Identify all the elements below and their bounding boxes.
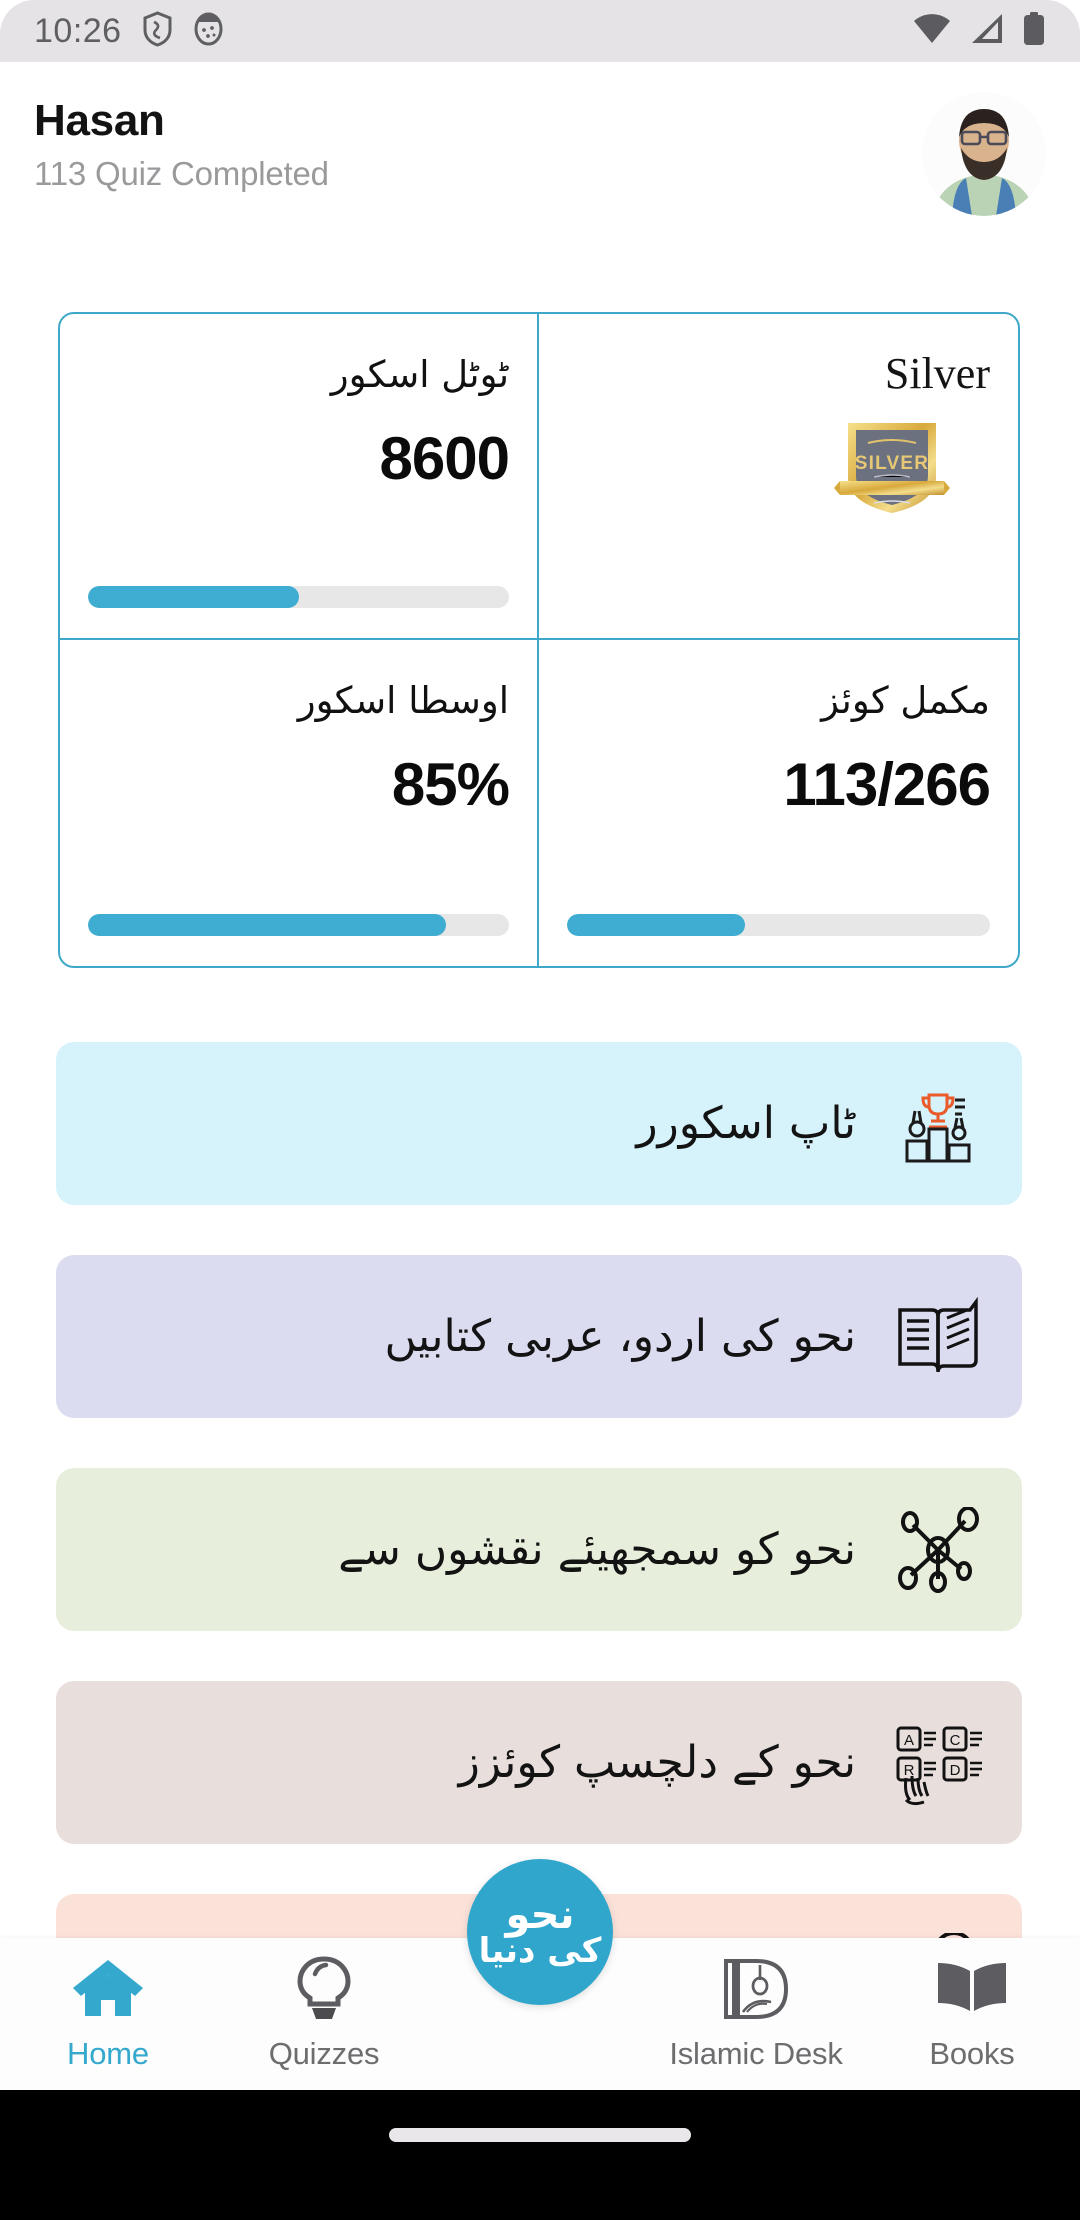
podium-trophy-icon bbox=[890, 1076, 986, 1172]
nav-item-label: Quizzes bbox=[268, 2036, 380, 2071]
fab-logo-line1: نحو bbox=[505, 1891, 575, 1938]
fab-logo-line2: کی دنیا bbox=[478, 1930, 602, 1971]
profile-header: Hasan 113 Quiz Completed bbox=[0, 62, 1080, 257]
cellular-signal-icon bbox=[969, 12, 1005, 51]
user-name: Hasan bbox=[34, 96, 165, 145]
svg-text:D: D bbox=[950, 1762, 961, 1779]
rank-label: Silver bbox=[884, 349, 990, 398]
system-navigation-bar bbox=[0, 2090, 1080, 2220]
app-logo-fab-button[interactable]: نحو کی دنیا bbox=[467, 1859, 613, 2005]
nav-item-islamic-desk[interactable]: Islamic Desk bbox=[648, 1938, 864, 2072]
home-indicator[interactable] bbox=[389, 2128, 691, 2142]
progress-fill bbox=[88, 914, 446, 936]
shield-icon bbox=[142, 10, 173, 52]
lightbulb-icon bbox=[295, 1956, 353, 2022]
svg-text:A: A bbox=[904, 1732, 914, 1749]
menu-item-label: نحو کی اردو، عربی کتابیں bbox=[384, 1310, 856, 1362]
profile-text-block: Hasan 113 Quiz Completed bbox=[34, 88, 329, 193]
open-book-icon bbox=[934, 1956, 1010, 2022]
quiz-completed-subtitle: 113 Quiz Completed bbox=[34, 155, 329, 193]
menu-item-nahw-quizzes[interactable]: A C R D نحو کے دلچسپ کوئزز bbox=[56, 1681, 1022, 1844]
silver-badge-icon: SILVER bbox=[834, 419, 950, 515]
nav-item-books[interactable]: Books bbox=[864, 1938, 1080, 2072]
mind-map-icon bbox=[890, 1502, 986, 1598]
wifi-icon bbox=[912, 12, 952, 51]
open-book-icon bbox=[890, 1289, 986, 1385]
progress-fill bbox=[567, 914, 745, 936]
stats-grid: ٹوٹل اسکور 8600 Silver SILVER اوسطا اسکو… bbox=[58, 312, 1020, 968]
progress-fill bbox=[88, 586, 299, 608]
stat-value: 113/266 bbox=[783, 750, 991, 818]
menu-item-label: ٹاپ اسکورر bbox=[636, 1097, 856, 1149]
cookie-icon bbox=[193, 11, 224, 52]
svg-text:SILVER: SILVER bbox=[855, 453, 929, 474]
menu-item-nahw-mindmaps[interactable]: نحو کو سمجھیئے نقشوں سے bbox=[56, 1468, 1022, 1631]
status-bar-right bbox=[912, 11, 1046, 52]
progress-bar-average-score bbox=[88, 914, 509, 936]
stat-label: ٹوٹل اسکور bbox=[330, 353, 509, 396]
mcq-options-icon: A C R D bbox=[890, 1715, 986, 1811]
progress-bar-total-score bbox=[88, 586, 509, 608]
stat-card-average-score[interactable]: اوسطا اسکور 85% bbox=[60, 640, 539, 966]
avatar[interactable] bbox=[922, 92, 1046, 216]
stat-card-completed-quizzes[interactable]: مکمل کوئز 113/266 bbox=[539, 640, 1018, 966]
app-screen: 10:26 Hasan 113 Quiz Completed ٹوٹل اسکو… bbox=[0, 0, 1080, 2220]
nav-item-quizzes[interactable]: Quizzes bbox=[216, 1938, 432, 2072]
status-bar-clock: 10:26 bbox=[34, 11, 122, 50]
menu-item-top-scorer[interactable]: ٹاپ اسکورر bbox=[56, 1042, 1022, 1205]
stat-label: اوسطا اسکور bbox=[297, 679, 509, 722]
fab-logo-text: نحو کی دنیا bbox=[473, 1891, 608, 1971]
nav-item-label: Home bbox=[67, 2036, 149, 2071]
status-bar: 10:26 bbox=[0, 0, 1080, 62]
progress-bar-completed-quizzes bbox=[567, 914, 990, 936]
stat-value: 8600 bbox=[379, 424, 510, 492]
battery-icon bbox=[1022, 11, 1046, 52]
home-icon bbox=[71, 1956, 145, 2022]
stat-card-total-score[interactable]: ٹوٹل اسکور 8600 bbox=[60, 314, 539, 640]
nav-item-label: Islamic Desk bbox=[669, 2036, 843, 2071]
stat-card-rank-badge[interactable]: Silver SILVER bbox=[539, 314, 1018, 640]
stat-value: 85% bbox=[391, 750, 510, 818]
nav-item-home[interactable]: Home bbox=[0, 1938, 216, 2072]
stat-label: مکمل کوئز bbox=[821, 679, 990, 722]
svg-text:C: C bbox=[950, 1732, 961, 1749]
status-bar-left: 10:26 bbox=[34, 10, 224, 52]
nav-item-label: Books bbox=[929, 2036, 1015, 2071]
menu-item-nahw-books[interactable]: نحو کی اردو، عربی کتابیں bbox=[56, 1255, 1022, 1418]
menu-item-label: نحو کو سمجھیئے نقشوں سے bbox=[338, 1523, 856, 1575]
menu-item-label: نحو کے دلچسپ کوئزز bbox=[458, 1736, 856, 1788]
islamic-desk-icon bbox=[721, 1956, 791, 2022]
